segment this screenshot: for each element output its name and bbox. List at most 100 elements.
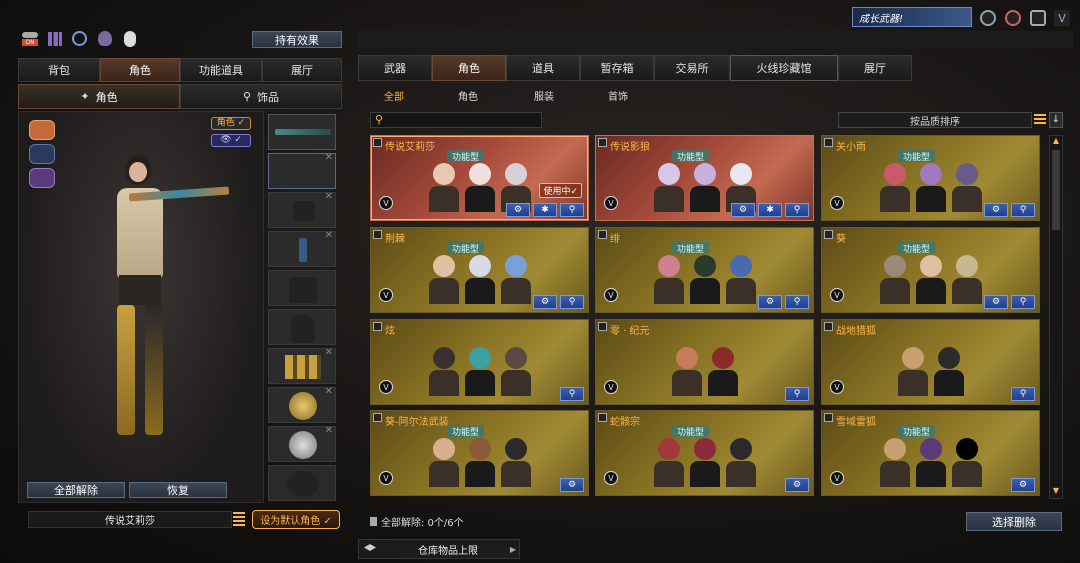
tab-items[interactable]: 道具 — [506, 55, 580, 81]
toggle-on-icon[interactable]: ON — [22, 32, 40, 48]
style-icon-2[interactable] — [29, 144, 55, 164]
character-card[interactable]: 战地猎狐 V ⚲ — [821, 319, 1040, 405]
settings-icon[interactable]: ✱ — [758, 203, 782, 217]
card-select-checkbox[interactable] — [824, 138, 833, 147]
sort-list-icon[interactable] — [1034, 114, 1046, 126]
character-card[interactable]: 炫 V ⚲ — [370, 319, 589, 405]
card-select-checkbox[interactable] — [373, 230, 382, 239]
set-default-character-button[interactable]: 设为默认角色 ✓ — [252, 510, 340, 529]
sort-dropdown[interactable]: 按品质排序 — [838, 112, 1032, 128]
remove-icon[interactable]: ✕ — [325, 191, 333, 202]
subtab-accessories[interactable]: ⚲ 饰品 — [180, 84, 342, 109]
search-icon[interactable]: ⚲ — [785, 387, 809, 401]
card-select-checkbox[interactable] — [598, 138, 607, 147]
slot-accessory-3[interactable]: ✕ — [268, 230, 336, 267]
tab-collection[interactable]: 火线珍藏馆 — [730, 55, 838, 81]
tab-characters[interactable]: 角色 — [432, 55, 506, 81]
growth-weapon-banner[interactable]: 成长武器! — [852, 7, 972, 27]
slot-empty-3[interactable] — [268, 465, 336, 501]
search-icon[interactable]: ⚲ — [785, 295, 809, 309]
card-select-checkbox[interactable] — [598, 413, 607, 422]
stats-icon[interactable] — [48, 32, 62, 46]
remove-icon[interactable]: ✕ — [325, 425, 333, 436]
character-card[interactable]: 传说影狼 功能型 V ⚙ ✱ ⚲ — [595, 135, 814, 221]
remove-icon[interactable]: ✕ — [325, 230, 333, 241]
search-icon[interactable]: ⚲ — [1011, 203, 1035, 217]
subtab-character[interactable]: ✦ 角色 — [18, 84, 180, 109]
scroll-up-icon[interactable]: ▲ — [1050, 136, 1062, 148]
search-icon[interactable]: ⚲ — [560, 203, 584, 217]
customize-icon[interactable]: ⚙ — [533, 295, 557, 309]
scroll-thumb[interactable] — [1052, 150, 1060, 230]
scroll-down-icon[interactable]: ▼ — [1050, 486, 1062, 498]
card-select-checkbox[interactable] — [373, 413, 382, 422]
customize-icon[interactable]: ⚙ — [758, 295, 782, 309]
filter-all[interactable]: 全部 — [384, 88, 404, 103]
remove-icon[interactable]: ✕ — [325, 347, 333, 358]
search-icon[interactable]: ⚲ — [1011, 387, 1035, 401]
pet-icon[interactable] — [98, 31, 112, 46]
refresh-icon[interactable] — [72, 31, 87, 46]
customize-icon[interactable]: ⚙ — [984, 295, 1008, 309]
tab-showroom-right[interactable]: 展厅 — [838, 55, 912, 81]
customize-icon[interactable]: ⚙ — [785, 478, 809, 492]
style-icon-3[interactable] — [29, 168, 55, 188]
hold-effect-button[interactable]: 持有效果 — [252, 31, 342, 48]
customize-icon[interactable]: ⚙ — [984, 203, 1008, 217]
slot-empty-2[interactable] — [268, 309, 336, 345]
remove-icon[interactable]: ✕ — [325, 386, 333, 397]
tab-character[interactable]: 角色 — [100, 58, 180, 82]
search-input[interactable]: ⚲ — [370, 112, 542, 128]
character-card[interactable]: 蛇骸宗 功能型 V ⚙ — [595, 410, 814, 496]
customize-icon[interactable]: ⚙ — [1011, 478, 1035, 492]
sort-direction-icon[interactable]: ↓ — [1049, 112, 1063, 128]
card-select-checkbox[interactable] — [373, 322, 382, 331]
top-icon-4[interactable]: V — [1054, 10, 1070, 26]
filter-character[interactable]: 角色 — [458, 88, 478, 103]
slot-weapon[interactable] — [268, 114, 336, 150]
slot-accessory-1[interactable]: ✕ — [268, 152, 336, 189]
select-delete-button[interactable]: 选择删除 — [966, 512, 1062, 531]
settings-icon[interactable]: ✱ — [533, 203, 557, 217]
slot-accessory-6[interactable]: ✕ — [268, 425, 336, 462]
filter-outfit[interactable]: 服装 — [534, 88, 554, 103]
top-icon-3[interactable] — [1030, 10, 1046, 26]
customize-icon[interactable]: ⚙ — [506, 203, 530, 217]
slot-empty-1[interactable] — [268, 270, 336, 306]
top-icon-2[interactable] — [1005, 10, 1021, 26]
storage-limit-bar[interactable]: 仓库物品上限 ▶ — [358, 539, 520, 559]
search-icon[interactable]: ⚲ — [785, 203, 809, 217]
tab-function-items[interactable]: 功能道具 — [180, 58, 262, 82]
scrollbar[interactable]: ▲ ▼ — [1049, 135, 1063, 499]
tab-backpack[interactable]: 背包 — [18, 58, 100, 82]
card-select-checkbox[interactable] — [598, 230, 607, 239]
list-menu-icon[interactable] — [233, 512, 245, 526]
style-icon-1[interactable] — [29, 120, 55, 140]
character-card[interactable]: 零 · 纪元 V ⚲ — [595, 319, 814, 405]
character-card[interactable]: 葵功能型 V ⚙ ⚲ — [821, 227, 1040, 313]
search-icon[interactable]: ⚲ — [560, 387, 584, 401]
remove-icon[interactable]: ✕ — [325, 152, 333, 163]
character-card[interactable]: 传说艾莉莎 功能型 V 使用中✓ ⚙ ✱ ⚲ — [370, 135, 589, 221]
customize-icon[interactable]: ⚙ — [731, 203, 755, 217]
tab-storage[interactable]: 暂存箱 — [580, 55, 654, 81]
character-card[interactable]: 荆棘 功能型 V ⚙ ⚲ — [370, 227, 589, 313]
top-icon-1[interactable] — [980, 10, 996, 26]
role-toggle[interactable]: 角色 ✓ — [211, 117, 251, 130]
slot-accessory-2[interactable]: ✕ — [268, 191, 336, 228]
filter-jewelry[interactable]: 首饰 — [608, 88, 628, 103]
card-select-checkbox[interactable] — [824, 413, 833, 422]
customize-icon[interactable]: ⚙ — [560, 478, 584, 492]
tab-showroom[interactable]: 展厅 — [262, 58, 342, 82]
tab-weapons[interactable]: 武器 — [358, 55, 432, 81]
visibility-toggle[interactable]: 👁 ✓ — [211, 134, 251, 147]
card-select-checkbox[interactable] — [824, 230, 833, 239]
character-card[interactable]: 关小雨 功能型 V ⚙ ⚲ — [821, 135, 1040, 221]
search-icon[interactable]: ⚲ — [560, 295, 584, 309]
character-card[interactable]: 葵-阿尔法武装 功能型 V ⚙ — [370, 410, 589, 496]
unequip-all-button[interactable]: 全部解除 — [27, 482, 125, 498]
card-select-checkbox[interactable] — [824, 322, 833, 331]
tab-exchange[interactable]: 交易所 — [654, 55, 730, 81]
restore-button[interactable]: 恢复 — [129, 482, 227, 498]
card-select-checkbox[interactable] — [598, 322, 607, 331]
